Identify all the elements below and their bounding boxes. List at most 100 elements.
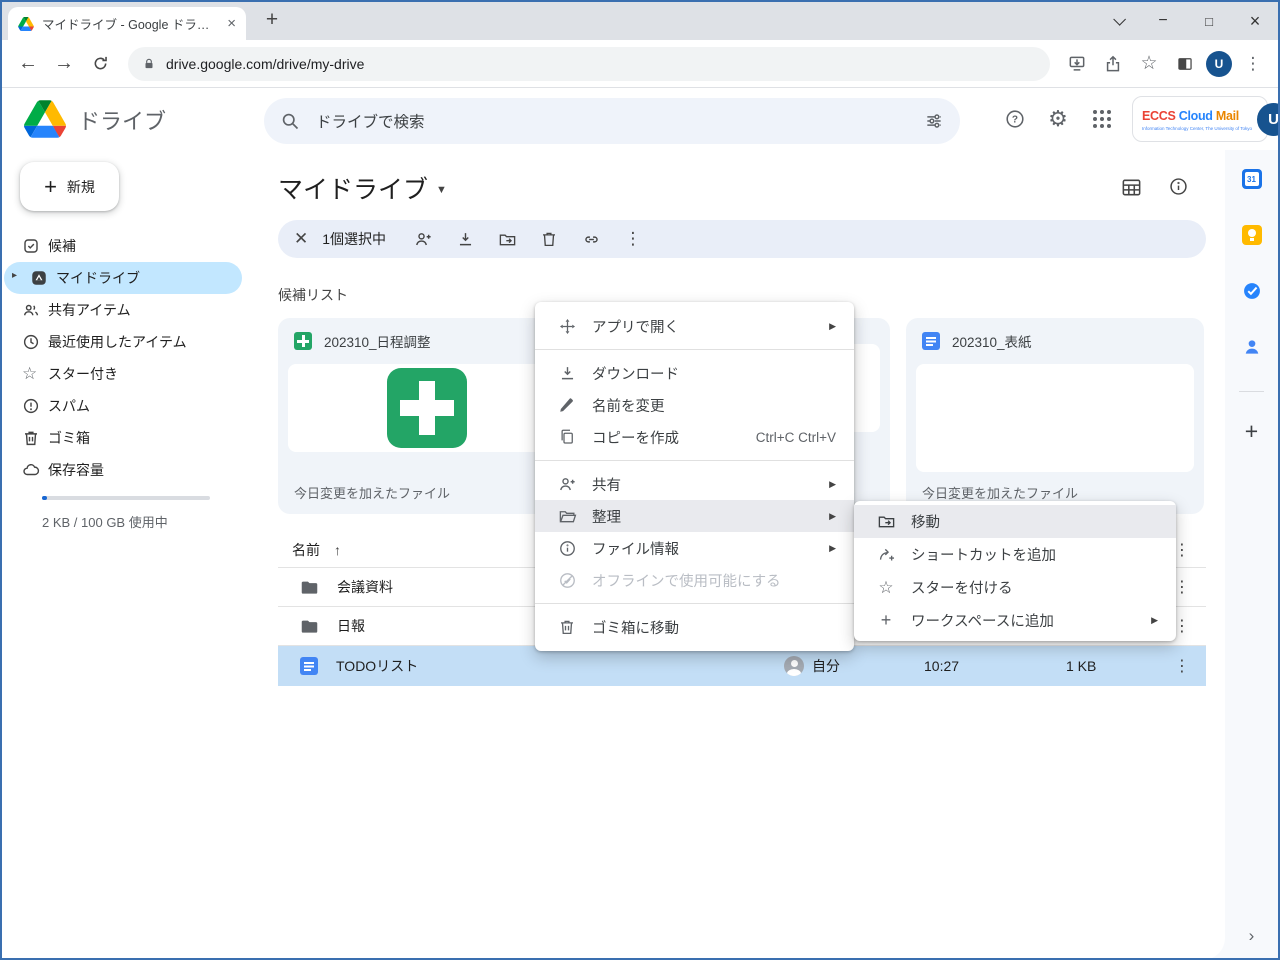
name-column-header[interactable]: 名前 bbox=[292, 540, 320, 560]
submenu-item-add-to-workspace[interactable]: + ワークスペースに追加 ▶ bbox=[854, 604, 1176, 637]
sidebar-item-suggestions[interactable]: 候補 bbox=[2, 230, 242, 262]
trash-icon[interactable] bbox=[528, 223, 570, 255]
row-more-icon[interactable]: ⋮ bbox=[1174, 616, 1190, 636]
browser-window: マイドライブ - Google ドライブ × + − □ × ← → drive… bbox=[0, 0, 1280, 960]
storage-progressbar bbox=[42, 496, 210, 500]
maximize-button[interactable]: □ bbox=[1186, 2, 1232, 40]
card-preview bbox=[288, 364, 566, 452]
gear-icon[interactable]: ⚙ bbox=[1042, 103, 1074, 135]
context-menu: アプリで開く ▶ ダウンロード 名前を変更 コピーを作成 Ctrl+C Ctrl… bbox=[535, 302, 854, 651]
card-caption: 今日変更を加えたファイル bbox=[922, 483, 1078, 502]
selection-toolbar: ✕ 1個選択中 ⋮ bbox=[278, 220, 1206, 258]
clear-selection-icon[interactable]: ✕ bbox=[294, 229, 308, 249]
suggestions-label: 候補リスト bbox=[278, 285, 348, 305]
forward-icon[interactable]: → bbox=[48, 48, 80, 80]
keep-icon[interactable] bbox=[1242, 225, 1262, 245]
browser-profile-avatar[interactable]: U bbox=[1206, 51, 1232, 77]
submenu-item-add-star[interactable]: ☆ スターを付ける bbox=[854, 571, 1176, 604]
menu-item-move-to-trash[interactable]: ゴミ箱に移動 bbox=[535, 611, 854, 643]
more-actions-icon[interactable]: ⋮ bbox=[612, 223, 654, 255]
tab-close-icon[interactable]: × bbox=[227, 15, 236, 32]
new-button[interactable]: + 新規 bbox=[20, 162, 119, 211]
column-options-icon[interactable]: ⋮ bbox=[1174, 540, 1190, 560]
side-panel-icon[interactable] bbox=[1170, 49, 1200, 79]
menu-item-label: ショートカットを追加 bbox=[911, 544, 1158, 565]
calendar-icon[interactable]: 31 bbox=[1242, 169, 1262, 189]
tasks-icon[interactable] bbox=[1242, 281, 1262, 301]
info-icon bbox=[557, 539, 577, 558]
owner-avatar-icon bbox=[784, 656, 804, 676]
selection-count: 1個選択中 bbox=[322, 229, 386, 249]
sort-ascending-icon[interactable]: ↑ bbox=[334, 542, 341, 558]
get-add-ons-icon[interactable]: + bbox=[1245, 418, 1258, 445]
search-input[interactable]: ドライブで検索 bbox=[264, 98, 960, 144]
menu-item-open-with[interactable]: アプリで開く ▶ bbox=[535, 310, 854, 342]
menu-item-download[interactable]: ダウンロード bbox=[535, 357, 854, 389]
minimize-button[interactable]: − bbox=[1140, 2, 1186, 40]
menu-item-make-copy[interactable]: コピーを作成 Ctrl+C Ctrl+V bbox=[535, 421, 854, 453]
sidebar-item-shared[interactable]: 共有アイテム bbox=[2, 294, 242, 326]
grid-view-icon[interactable] bbox=[1120, 176, 1144, 200]
eccs-badge[interactable]: ECCS Cloud Mail Information Technology C… bbox=[1132, 96, 1268, 142]
sidebar-item-label: ゴミ箱 bbox=[48, 428, 90, 448]
submenu-item-add-shortcut[interactable]: ショートカットを追加 bbox=[854, 538, 1176, 571]
submenu-arrow-icon: ▶ bbox=[829, 321, 836, 332]
bookmark-star-icon[interactable]: ☆ bbox=[1134, 49, 1164, 79]
expand-caret-icon[interactable]: ▸ bbox=[12, 270, 17, 281]
browser-tab[interactable]: マイドライブ - Google ドライブ × bbox=[8, 7, 246, 40]
link-icon[interactable] bbox=[570, 223, 612, 255]
menu-item-rename[interactable]: 名前を変更 bbox=[535, 389, 854, 421]
details-info-icon[interactable] bbox=[1168, 176, 1192, 200]
close-button[interactable]: × bbox=[1232, 2, 1278, 40]
sheets-file-icon bbox=[294, 332, 312, 350]
storage-text: 2 KB / 100 GB 使用中 bbox=[42, 512, 168, 531]
page-title[interactable]: マイドライブ ▼ bbox=[278, 170, 447, 206]
menu-item-offline: オフラインで使用可能にする bbox=[535, 564, 854, 596]
account-avatar[interactable]: U bbox=[1257, 103, 1280, 136]
star-icon: ☆ bbox=[876, 579, 896, 596]
submenu-item-move[interactable]: 移動 bbox=[854, 505, 1176, 538]
sidebar-item-trash[interactable]: ゴミ箱 bbox=[2, 422, 242, 454]
file-row-todo-list[interactable]: TODOリスト 自分 10:27 1 KB ⋮ bbox=[278, 646, 1206, 686]
reload-icon[interactable] bbox=[84, 48, 116, 80]
cloud-icon bbox=[22, 461, 40, 479]
back-icon[interactable]: ← bbox=[12, 48, 44, 80]
new-tab-button[interactable]: + bbox=[258, 6, 286, 34]
menu-item-organize[interactable]: 整理 ▶ bbox=[535, 500, 854, 532]
download-icon[interactable] bbox=[444, 223, 486, 255]
tab-search-icon[interactable] bbox=[1094, 2, 1140, 40]
sidebar-item-starred[interactable]: ☆ スター付き bbox=[2, 358, 242, 390]
url-text: drive.google.com/drive/my-drive bbox=[166, 56, 364, 72]
apps-grid-icon[interactable] bbox=[1086, 103, 1118, 135]
menu-item-share[interactable]: 共有 ▶ bbox=[535, 468, 854, 500]
row-more-icon[interactable]: ⋮ bbox=[1174, 656, 1190, 676]
help-icon[interactable]: ? bbox=[999, 103, 1031, 135]
file-name: 日報 bbox=[337, 616, 365, 636]
save-page-icon[interactable] bbox=[1062, 49, 1092, 79]
browser-menu-icon[interactable]: ⋮ bbox=[1238, 49, 1268, 79]
clock-icon bbox=[22, 333, 40, 351]
url-bar[interactable]: drive.google.com/drive/my-drive bbox=[128, 47, 1050, 81]
share-person-add-icon[interactable] bbox=[402, 223, 444, 255]
app-name: ドライブ bbox=[78, 104, 166, 136]
sidebar-item-spam[interactable]: スパム bbox=[2, 390, 242, 422]
share-icon[interactable] bbox=[1098, 49, 1128, 79]
move-to-folder-icon[interactable] bbox=[486, 223, 528, 255]
side-panel-rail: 31 + › bbox=[1225, 150, 1278, 958]
sidebar-item-storage[interactable]: 保存容量 bbox=[2, 454, 242, 486]
drive-logo-icon[interactable] bbox=[24, 100, 66, 138]
tab-title: マイドライブ - Google ドライブ bbox=[42, 14, 219, 33]
sidebar-item-recent[interactable]: 最近使用したアイテム bbox=[2, 326, 242, 358]
contacts-icon[interactable] bbox=[1242, 337, 1262, 357]
file-card-docs[interactable]: 202310_表紙 今日変更を加えたファイル bbox=[906, 318, 1204, 514]
menu-item-file-info[interactable]: ファイル情報 ▶ bbox=[535, 532, 854, 564]
drive-header: ドライブ ドライブで検索 ? ⚙ ECCS Cloud Mail Informa… bbox=[2, 88, 1278, 150]
collapse-panel-icon[interactable]: › bbox=[1249, 926, 1255, 946]
sidebar-item-my-drive[interactable]: ▸ マイドライブ bbox=[4, 262, 242, 294]
file-card-sheets[interactable]: 202310_日程調整 今日変更を加えたファイル bbox=[278, 318, 576, 514]
search-options-icon[interactable] bbox=[924, 111, 944, 131]
row-more-icon[interactable]: ⋮ bbox=[1174, 577, 1190, 597]
sidebar-item-label: 保存容量 bbox=[48, 460, 104, 480]
docs-file-icon bbox=[922, 332, 940, 350]
menu-item-label: ワークスペースに追加 bbox=[911, 610, 1151, 631]
